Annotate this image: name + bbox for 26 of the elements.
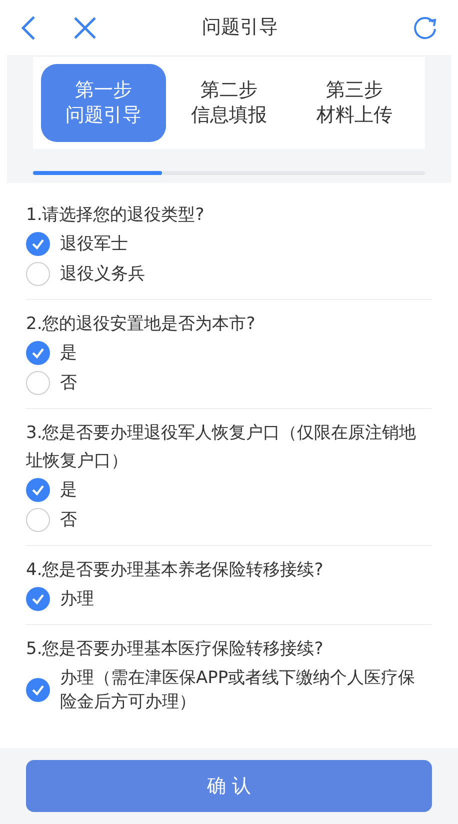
radio-option[interactable]: 否 bbox=[26, 505, 432, 535]
close-icon[interactable] bbox=[72, 14, 98, 40]
radio-empty-icon[interactable] bbox=[26, 508, 50, 532]
radio-checked-icon[interactable] bbox=[26, 341, 50, 365]
radio-empty-icon[interactable] bbox=[26, 371, 50, 395]
question-text: 2.您的退役安置地是否为本市? bbox=[26, 313, 256, 336]
radio-checked-icon[interactable] bbox=[26, 232, 50, 256]
radio-option[interactable]: 是 bbox=[26, 475, 432, 505]
radio-option[interactable]: 退役义务兵 bbox=[26, 259, 432, 289]
refresh-icon[interactable] bbox=[412, 14, 438, 40]
step-tab[interactable]: 第一步 问题引导 bbox=[41, 64, 166, 142]
radio-option[interactable]: 办理 bbox=[26, 584, 432, 614]
radio-option[interactable]: 否 bbox=[26, 368, 432, 398]
question-text: 3.您是否要办理退役军人恢复户口（仅限在原注销地址恢复户口） bbox=[26, 422, 418, 473]
radio-option[interactable]: 退役军士 bbox=[26, 229, 432, 259]
radio-checked-icon[interactable] bbox=[26, 587, 50, 611]
radio-option[interactable]: 是 bbox=[26, 338, 432, 368]
confirm-button[interactable]: 确 认 bbox=[26, 760, 432, 812]
question-text: 1.请选择您的退役类型? bbox=[26, 204, 206, 227]
question-text: 4.您是否要办理基本养老保险转移接续? bbox=[26, 559, 324, 582]
radio-option[interactable]: 办理（需在津医保APP或者线下缴纳个人医疗保险金后方可办理） bbox=[26, 663, 432, 717]
radio-checked-icon[interactable] bbox=[26, 478, 50, 502]
page-title: 问题引导 bbox=[202, 15, 278, 40]
radio-checked-icon[interactable] bbox=[26, 678, 50, 702]
radio-empty-icon[interactable] bbox=[26, 262, 50, 286]
question-text: 5.您是否要办理基本医疗保险转移接续? bbox=[26, 638, 324, 661]
